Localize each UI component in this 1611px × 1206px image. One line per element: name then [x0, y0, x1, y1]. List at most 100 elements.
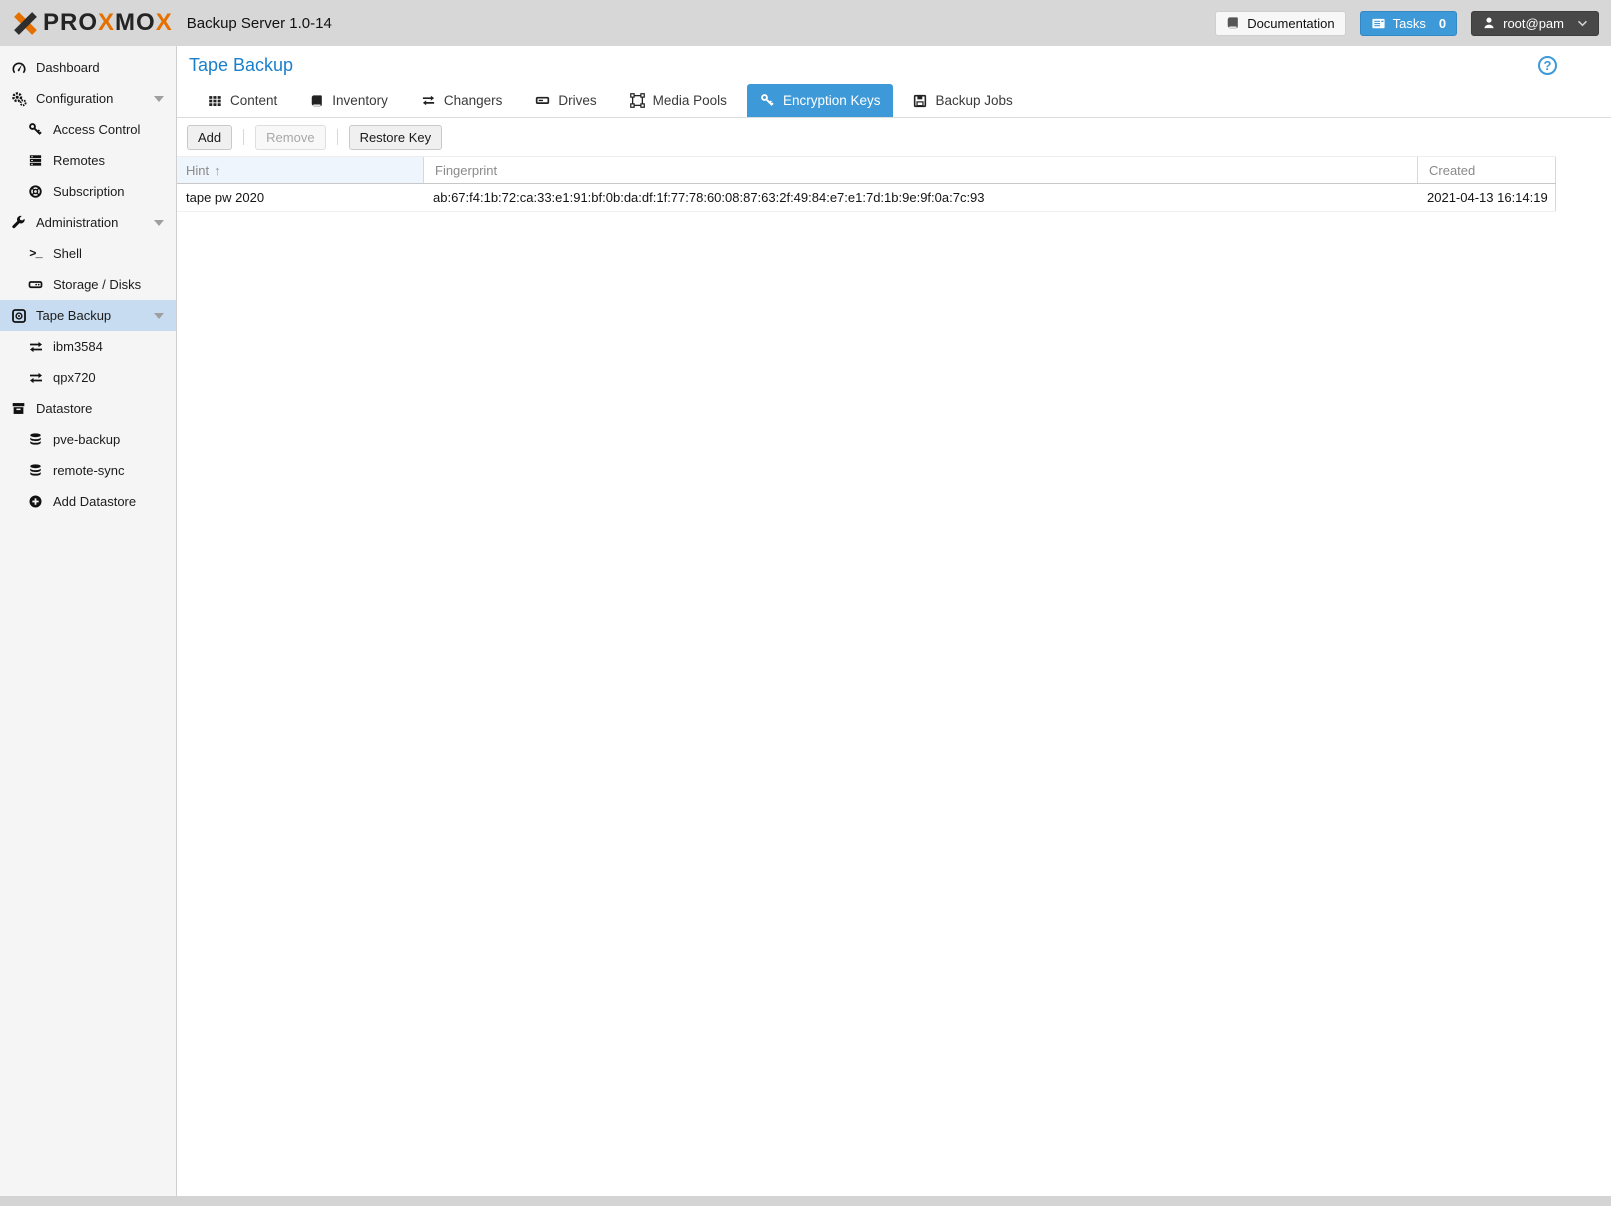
sidebar-item-label: Datastore [36, 401, 92, 416]
tab-content[interactable]: Content [195, 84, 290, 117]
proxmox-x-icon [12, 10, 39, 37]
sidebar-item-ibm3584[interactable]: ibm3584 [0, 331, 176, 362]
user-menu-button[interactable]: root@pam [1471, 11, 1599, 36]
top-bar: PROXMOX Backup Server 1.0-14 Documentati… [0, 0, 1611, 46]
sidebar-item-dashboard[interactable]: Dashboard [0, 52, 176, 83]
column-header-fingerprint[interactable]: Fingerprint [424, 157, 1418, 183]
tab-label: Backup Jobs [935, 93, 1012, 108]
restore-key-button[interactable]: Restore Key [349, 125, 443, 150]
key-icon [760, 93, 775, 108]
tab-changers[interactable]: Changers [408, 84, 516, 117]
gauge-icon [10, 59, 27, 76]
book-icon [310, 94, 324, 108]
sidebar-item-remotes[interactable]: Remotes [0, 145, 176, 176]
sort-ascending-icon: ↑ [214, 163, 221, 178]
sidebar-item-label: Dashboard [36, 60, 100, 75]
wrench-icon [10, 214, 27, 231]
product-title: Backup Server 1.0-14 [187, 15, 332, 32]
terminal-icon: >_ [27, 245, 44, 262]
book-icon [1226, 16, 1240, 30]
window-bottom-strip [0, 1196, 1611, 1206]
chevron-down-icon [1577, 20, 1588, 27]
collapse-arrow-icon[interactable] [154, 313, 164, 319]
sidebar-item-access-control[interactable]: Access Control [0, 114, 176, 145]
sidebar-item-remote-sync[interactable]: remote-sync [0, 455, 176, 486]
gears-icon [10, 90, 27, 107]
cell-hint: tape pw 2020 [177, 184, 424, 211]
tab-label: Inventory [332, 93, 388, 108]
sidebar-item-label: Access Control [53, 122, 140, 137]
sidebar-item-qpx720[interactable]: qpx720 [0, 362, 176, 393]
hdd-icon [27, 276, 44, 293]
sidebar-item-subscription[interactable]: Subscription [0, 176, 176, 207]
tab-label: Drives [558, 93, 596, 108]
collapse-arrow-icon[interactable] [154, 96, 164, 102]
sidebar-item-add-datastore[interactable]: Add Datastore [0, 486, 176, 517]
sidebar-item-shell[interactable]: >_ Shell [0, 238, 176, 269]
page-title: Tape Backup [189, 55, 293, 76]
tab-label: Encryption Keys [783, 93, 881, 108]
sidebar-item-storage-disks[interactable]: Storage / Disks [0, 269, 176, 300]
object-group-icon [630, 93, 645, 108]
toolbar-separator [337, 129, 338, 145]
main-panel: Tape Backup ? Content [177, 46, 1611, 1196]
tab-media-pools[interactable]: Media Pools [617, 84, 740, 117]
cell-fingerprint: ab:67:f4:1b:72:ca:33:e1:91:bf:0b:da:df:1… [424, 184, 1418, 211]
collapse-arrow-icon[interactable] [154, 220, 164, 226]
toolbar: Add Remove Restore Key [177, 118, 1611, 156]
server-stack-icon [27, 152, 44, 169]
tasks-button[interactable]: Tasks 0 [1360, 11, 1457, 36]
remove-button[interactable]: Remove [255, 125, 325, 150]
tab-inventory[interactable]: Inventory [297, 84, 401, 117]
sidebar-item-label: Remotes [53, 153, 105, 168]
key-icon [27, 121, 44, 138]
column-header-created[interactable]: Created [1418, 157, 1556, 183]
tasks-count-badge: 0 [1439, 16, 1446, 31]
sidebar-item-administration[interactable]: Administration [0, 207, 176, 238]
table-row[interactable]: tape pw 2020 ab:67:f4:1b:72:ca:33:e1:91:… [177, 184, 1556, 212]
tab-label: Changers [444, 93, 503, 108]
sidebar-item-datastore[interactable]: Datastore [0, 393, 176, 424]
database-icon [27, 431, 44, 448]
database-icon [27, 462, 44, 479]
documentation-button[interactable]: Documentation [1215, 11, 1345, 36]
plus-circle-icon [27, 493, 44, 510]
sidebar-item-label: pve-backup [53, 432, 120, 447]
sidebar-item-label: Storage / Disks [53, 277, 141, 292]
sidebar-item-label: Shell [53, 246, 82, 261]
exchange-icon [27, 338, 44, 355]
help-icon[interactable]: ? [1538, 56, 1557, 75]
archive-box-icon [10, 400, 27, 417]
sidebar-item-label: remote-sync [53, 463, 125, 478]
sidebar-item-configuration[interactable]: Configuration [0, 83, 176, 114]
tasks-label: Tasks [1393, 16, 1426, 31]
encryption-keys-table: Hint ↑ Fingerprint Created tape pw 2020 … [177, 156, 1556, 212]
exchange-icon [421, 93, 436, 108]
sidebar-item-label: Configuration [36, 91, 113, 106]
cell-created: 2021-04-13 16:14:19 [1418, 184, 1556, 211]
user-icon [1482, 16, 1496, 30]
tab-label: Content [230, 93, 277, 108]
tab-label: Media Pools [653, 93, 727, 108]
sidebar-item-label: ibm3584 [53, 339, 103, 354]
sidebar-item-pve-backup[interactable]: pve-backup [0, 424, 176, 455]
documentation-label: Documentation [1247, 16, 1334, 31]
task-list-icon [1371, 16, 1386, 31]
sidebar-item-label: qpx720 [53, 370, 96, 385]
user-label: root@pam [1503, 16, 1564, 31]
add-button[interactable]: Add [187, 125, 232, 150]
brand-text: PROXMOX [43, 11, 173, 35]
tab-bar: Content Inventory Changers [177, 84, 1611, 118]
exchange-icon [27, 369, 44, 386]
tab-encryption-keys[interactable]: Encryption Keys [747, 84, 894, 117]
sidebar-item-tape-backup[interactable]: Tape Backup [0, 300, 176, 331]
life-ring-icon [27, 183, 44, 200]
drive-icon [535, 93, 550, 108]
proxmox-logo: PROXMOX [12, 10, 173, 37]
tab-backup-jobs[interactable]: Backup Jobs [900, 84, 1025, 117]
save-icon [913, 94, 927, 108]
toolbar-separator [243, 129, 244, 145]
column-header-hint[interactable]: Hint ↑ [177, 157, 424, 183]
sidebar-item-label: Tape Backup [36, 308, 111, 323]
tab-drives[interactable]: Drives [522, 84, 609, 117]
